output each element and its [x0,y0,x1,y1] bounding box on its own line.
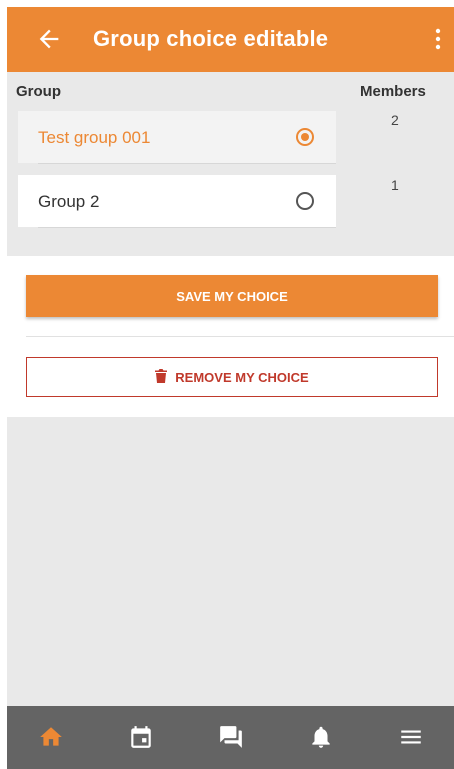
group-option-group-2[interactable]: Group 2 [18,175,336,228]
remove-choice-button[interactable]: REMOVE MY CHOICE [26,357,438,397]
group-column-header: Group [16,83,61,100]
group-option-label: Test group 001 [38,128,151,147]
remove-choice-label: REMOVE MY CHOICE [175,369,309,385]
arrow-left-icon[interactable] [35,25,63,53]
save-choice-button[interactable]: SAVE MY CHOICE [26,275,438,317]
bell-icon[interactable] [308,724,334,750]
app-screen: Group choice editable Group Members Test… [7,7,454,769]
app-header: Group choice editable [7,7,454,72]
radio-unselected-icon[interactable] [296,192,314,210]
bottom-navigation [7,706,454,769]
calendar-icon[interactable] [128,724,154,750]
member-count: 1 [391,177,399,193]
row-divider [38,227,336,228]
menu-icon[interactable] [398,724,424,750]
group-option-label: Group 2 [38,192,100,211]
save-choice-label: SAVE MY CHOICE [176,288,288,304]
member-count: 2 [391,112,399,128]
trash-icon [155,368,168,386]
page-title: Group choice editable [93,26,329,51]
radio-selected-icon[interactable] [296,128,314,146]
more-vert-icon[interactable] [432,27,444,53]
chat-icon[interactable] [218,724,244,750]
actions-divider [26,336,454,337]
actions-panel: SAVE MY CHOICE REMOVE MY CHOICE [7,256,454,417]
row-divider [38,163,336,164]
group-option-test-group-001[interactable]: Test group 001 [18,111,336,164]
members-column-header: Members [360,83,426,100]
home-icon[interactable] [38,724,64,750]
